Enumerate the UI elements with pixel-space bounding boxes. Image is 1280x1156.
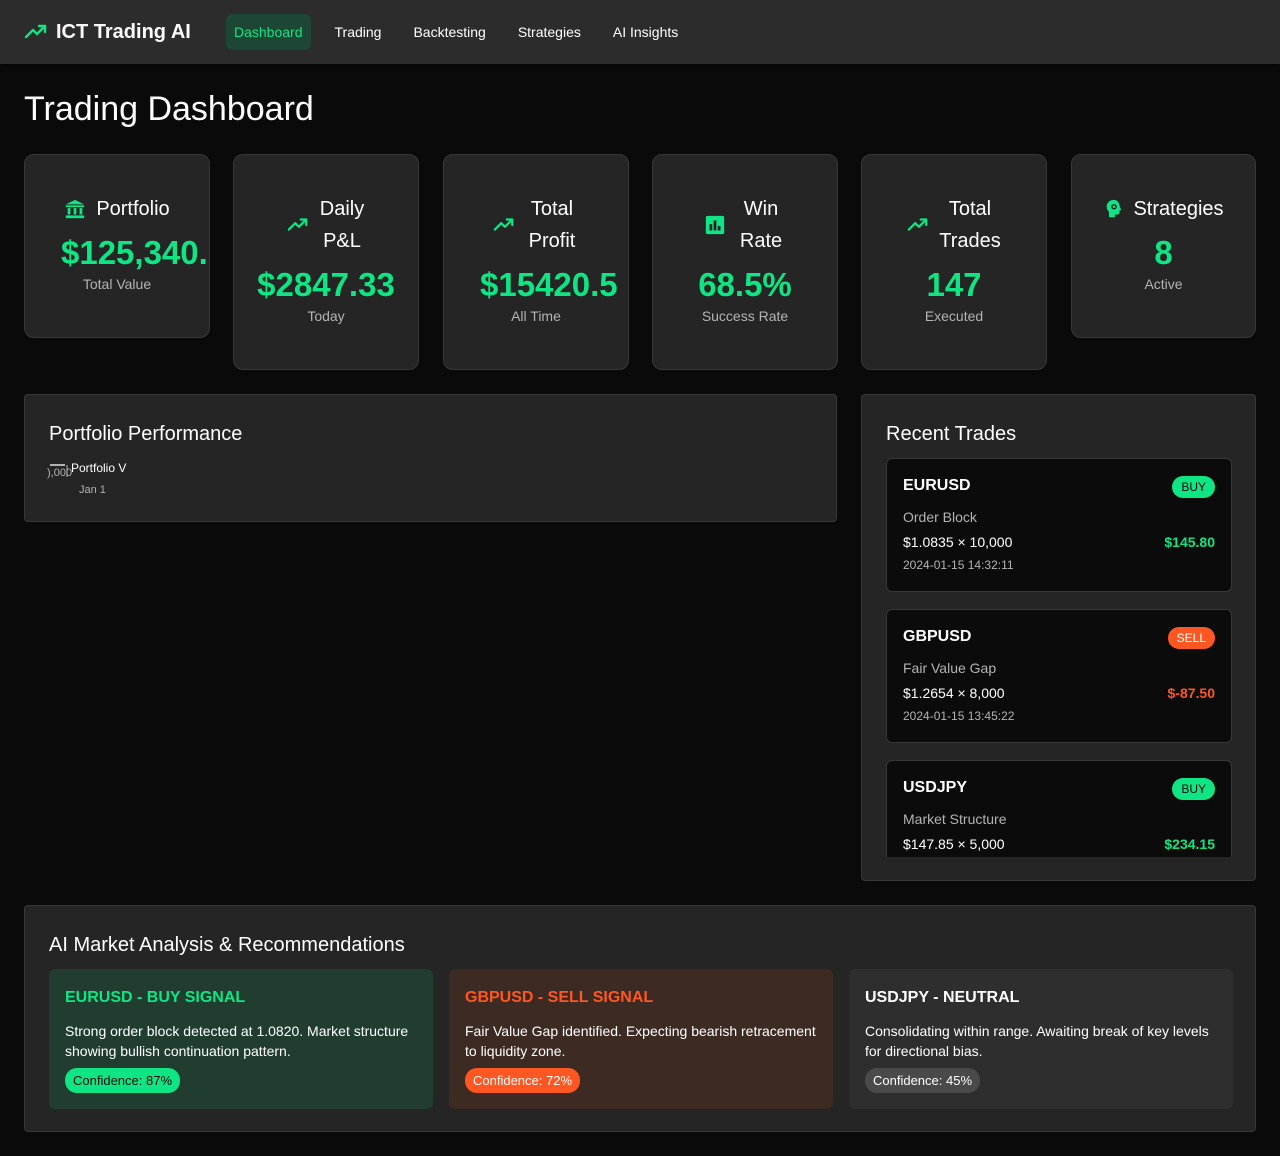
stat-card-win-rate: Win Rate 68.5% Success Rate [652,154,838,370]
stat-card-header: Total Profit [444,193,628,257]
trade-timestamp: 2024-01-15 14:32:11 [903,558,1014,572]
nav-item-backtesting[interactable]: Backtesting [405,14,493,50]
ai-signal-heading: EURUSD - BUY SIGNAL [65,989,246,1006]
stat-value: $15420.5 [480,266,618,303]
bank-icon [66,199,85,219]
trending-up-icon [907,218,928,231]
trade-pnl: $234.15 [1164,836,1215,852]
ai-signal-heading: GBPUSD - SELL SIGNAL [465,989,654,1006]
ai-signal-card-eurusd[interactable]: EURUSD - BUY SIGNAL Strong order block d… [49,969,433,1109]
trade-strategy: Fair Value Gap [903,660,997,676]
stat-value: $2847.33 [257,266,395,303]
trade-side-badge: SELL [1167,627,1215,649]
stat-title: Portfolio [96,198,170,220]
trade-price: $1.0835 × 10,000 [903,534,1013,550]
ai-signal-card-usdjpy[interactable]: USDJPY - NEUTRAL Consolidating within ra… [849,969,1233,1109]
stat-subtitle: Executed [924,308,984,324]
recent-trades-panel: Recent Trades EURUSD BUY Order Block $1.… [861,394,1256,881]
panel-title: Recent Trades [886,423,1017,445]
bar-chart-icon [705,215,725,235]
trending-up-icon [24,24,47,39]
ai-signal-description: Fair Value Gap identified. Expecting bea… [465,1023,816,1059]
nav-item-dashboard[interactable]: Dashboard [226,14,311,50]
panel-title: AI Market Analysis & Recommendations [49,934,405,956]
trade-pair: EURUSD [903,477,971,494]
app-title: ICT Trading AI [56,20,191,43]
trade-side-badge: BUY [1172,476,1215,498]
confidence-badge: Confidence: 45% [865,1068,981,1093]
portfolio-performance-panel: Portfolio Performance ),000 Portfolio V … [24,394,837,522]
trade-card[interactable]: EURUSD BUY Order Block $1.0835 × 10,000 … [886,458,1232,592]
trades-list[interactable]: EURUSD BUY Order Block $1.0835 × 10,000 … [886,458,1232,857]
stat-title: Daily P&L [319,198,365,252]
trade-price: $147.85 × 5,000 [903,836,1005,852]
x-axis-tick: Jan 1 [79,484,106,496]
panel-title: Portfolio Performance [49,423,243,445]
confidence-badge: Confidence: 72% [465,1068,581,1093]
ai-signal-description: Consolidating within range. Awaiting bre… [865,1023,1209,1059]
stat-card-header: Daily P&L [234,193,418,257]
trade-card[interactable]: USDJPY BUY Market Structure $147.85 × 5,… [886,760,1232,857]
portfolio-performance-chart[interactable]: ),000 Portfolio V Jan 1 [45,463,165,499]
trade-side-badge: BUY [1172,778,1215,800]
stat-subtitle: All Time [511,308,561,324]
stat-value: 68.5% [698,266,792,303]
stat-subtitle: Total Value [82,276,152,292]
stat-title: Strategies [1133,198,1224,220]
trade-timestamp: 2024-01-15 13:45:22 [903,709,1015,723]
legend-label: Portfolio V [71,463,126,475]
stat-card-header: Win Rate [653,193,837,257]
trade-pair: GBPUSD [903,628,972,645]
ai-signal-description: Strong order block detected at 1.0820. M… [65,1023,409,1059]
ai-signal-heading: USDJPY - NEUTRAL [865,989,1020,1006]
trade-price: $1.2654 × 8,000 [903,685,1005,701]
stat-card-total-profit: Total Profit $15420.5 All Time [443,154,629,370]
stat-card-header: Portfolio [25,193,209,225]
stat-card-daily-pnl: Daily P&L $2847.33 Today [233,154,419,370]
ai-brain-icon [1107,199,1122,218]
stat-card-total-trades: Total Trades 147 Executed [861,154,1047,370]
stat-subtitle: Active [1144,276,1183,292]
trending-up-icon [287,218,308,231]
main-nav: Dashboard Trading Backtesting Strategies… [226,14,702,50]
trade-pnl: $145.80 [1164,534,1215,550]
y-axis-tick: ),000 [47,467,72,479]
stat-card-header: Strategies [1072,193,1255,225]
stat-title: Total Profit [528,198,576,252]
top-navigation-bar: ICT Trading AI Dashboard Trading Backtes… [0,0,1280,64]
confidence-badge: Confidence: 87% [65,1068,181,1093]
stat-title: Total Trades [939,198,1001,252]
page-title: Trading Dashboard [24,90,314,128]
stat-subtitle: Success Rate [701,308,789,324]
nav-item-strategies[interactable]: Strategies [510,14,589,50]
stat-value: 8 [1154,234,1173,271]
nav-item-ai-insights[interactable]: AI Insights [605,14,686,50]
stat-title: Win Rate [739,198,783,252]
trade-strategy: Market Structure [903,811,1007,827]
stat-subtitle: Today [307,308,345,324]
stat-card-header: Total Trades [862,193,1046,257]
ai-analysis-panel: AI Market Analysis & Recommendations EUR… [24,905,1256,1132]
ai-signal-card-gbpusd[interactable]: GBPUSD - SELL SIGNAL Fair Value Gap iden… [449,969,833,1109]
nav-item-trading[interactable]: Trading [327,14,390,50]
stat-card-portfolio: Portfolio $125,340. Total Value [24,154,210,338]
trade-strategy: Order Block [903,509,977,525]
stat-card-strategies: Strategies 8 Active [1071,154,1256,338]
trade-pnl: $-87.50 [1167,685,1215,701]
brand[interactable]: ICT Trading AI [24,18,191,46]
trending-up-icon [493,218,514,231]
trade-pair: USDJPY [903,779,968,796]
trade-card[interactable]: GBPUSD SELL Fair Value Gap $1.2654 × 8,0… [886,609,1232,743]
stat-value: $125,340. [61,234,208,271]
stat-value: 147 [926,266,982,303]
